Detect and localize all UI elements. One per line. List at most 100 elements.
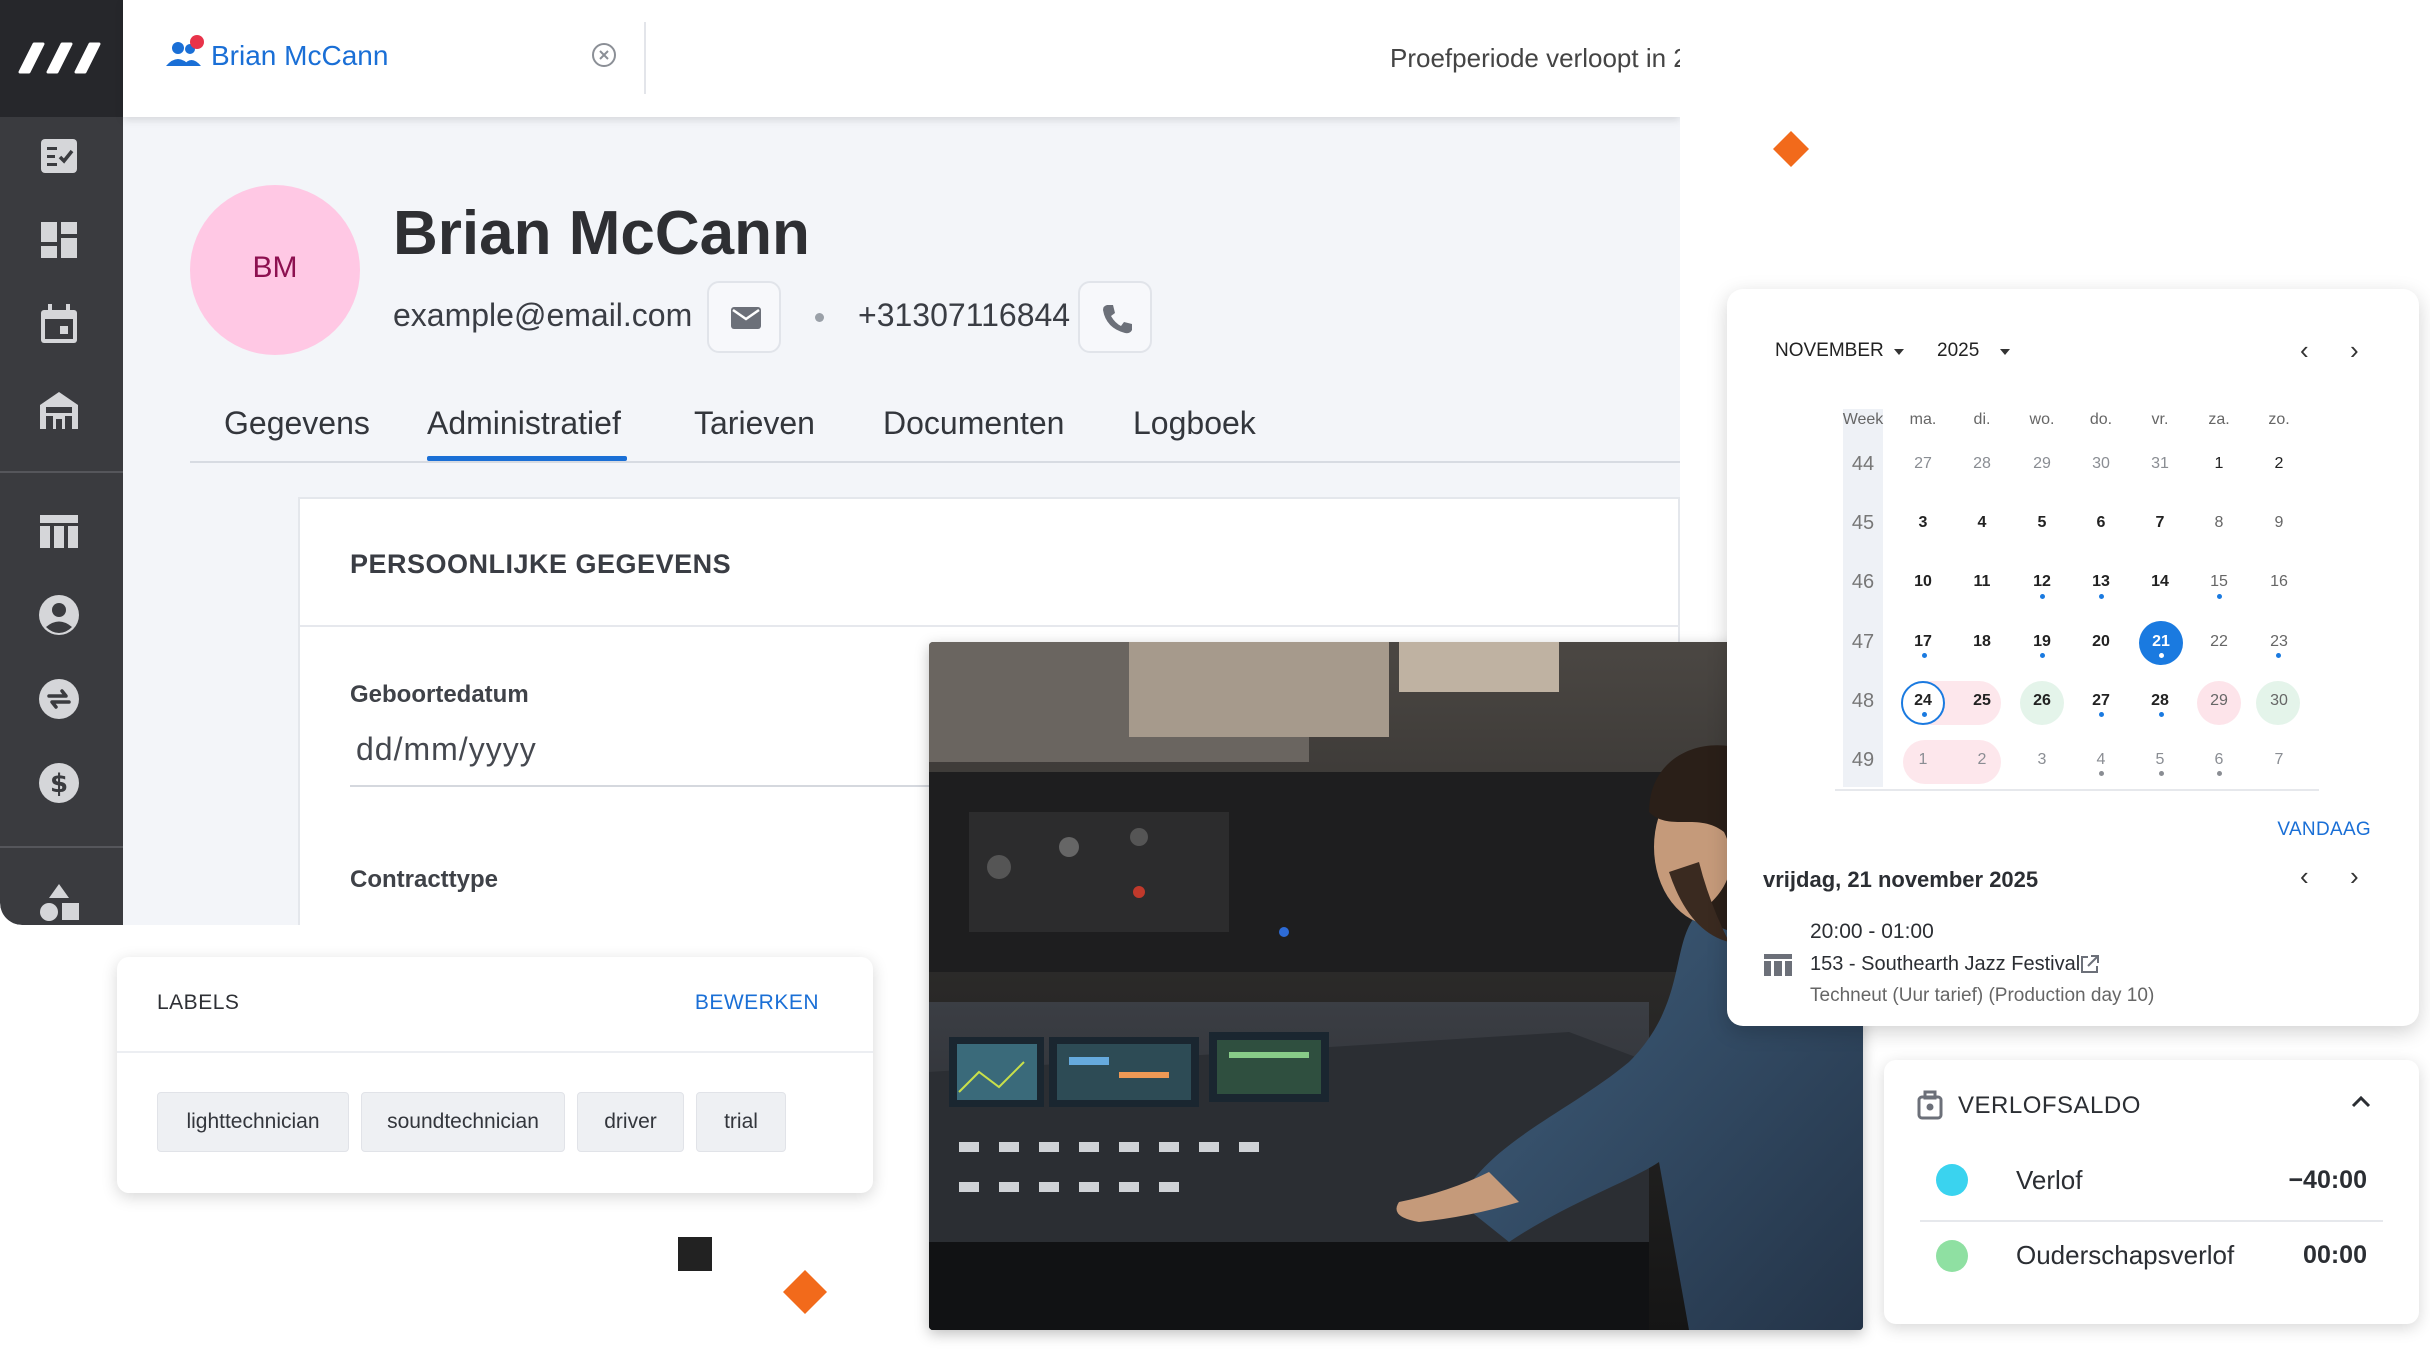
calendar-day[interactable]: 2 <box>1952 751 2012 769</box>
calendar-day[interactable]: 7 <box>2130 514 2190 532</box>
year-select[interactable]: 2025 <box>1937 340 1979 362</box>
leave-type-value: 00:00 <box>2303 1241 2367 1269</box>
edit-labels-button[interactable]: BEWERKEN <box>695 991 819 1015</box>
calendar-widget: NOVEMBER 2025 ‹ › Week ma. di. wo. do. v… <box>1727 289 2419 1026</box>
calendar-day[interactable]: 10 <box>1893 573 1953 591</box>
label-chip[interactable]: trial <box>696 1092 786 1152</box>
calendar-day[interactable]: 9 <box>2249 514 2309 532</box>
year-caret-icon[interactable] <box>2000 349 2010 355</box>
next-month-icon[interactable]: › <box>2350 337 2359 363</box>
calendar-day[interactable]: 17 <box>1893 633 1953 651</box>
calendar-day[interactable]: 2 <box>2249 455 2309 473</box>
calendar-day[interactable]: 25 <box>1952 692 2012 710</box>
today-button[interactable]: VANDAAG <box>2277 819 2371 841</box>
calendar-day[interactable]: 8 <box>2189 514 2249 532</box>
calendar-day[interactable]: 26 <box>2012 692 2072 710</box>
logo-icon <box>18 42 101 74</box>
calendar-day[interactable]: 18 <box>1952 633 2012 651</box>
calendar-day[interactable]: 27 <box>2071 692 2131 710</box>
weekday-header: ma. <box>1909 411 1937 428</box>
dollar-icon[interactable]: $ <box>36 760 82 806</box>
shapes-icon[interactable] <box>36 880 82 925</box>
tab-administratief[interactable]: Administratief <box>427 405 621 442</box>
external-link-icon[interactable] <box>2079 953 2101 980</box>
calendar-day[interactable]: 1 <box>2189 455 2249 473</box>
weekday-header: do. <box>2089 411 2113 428</box>
table-icon[interactable] <box>36 508 82 554</box>
email-button[interactable] <box>707 281 781 353</box>
calendar-day[interactable]: 28 <box>2130 692 2190 710</box>
tab-gegevens[interactable]: Gegevens <box>224 405 370 442</box>
calendar-day[interactable]: 29 <box>2012 455 2072 473</box>
call-button[interactable] <box>1078 281 1152 353</box>
week-number: 49 <box>1851 749 1875 771</box>
event-title[interactable]: 153 - Southearth Jazz Festival <box>1810 953 2080 976</box>
tab-logboek[interactable]: Logboek <box>1133 405 1256 442</box>
calendar-day[interactable]: 11 <box>1952 573 2012 591</box>
event-dot <box>2159 653 2164 658</box>
user-group-icon <box>165 34 207 75</box>
calendar-day[interactable]: 7 <box>2249 751 2309 769</box>
calendar-day[interactable]: 30 <box>2071 455 2131 473</box>
calendar-day[interactable]: 4 <box>2071 751 2131 769</box>
calendar-day[interactable]: 19 <box>2012 633 2072 651</box>
label-chip[interactable]: lighttechnician <box>157 1092 349 1152</box>
close-tab-icon[interactable] <box>591 42 617 73</box>
weekday-header: zo. <box>2268 411 2290 428</box>
calendar-day[interactable]: 4 <box>1952 514 2012 532</box>
event-dot <box>2040 594 2045 599</box>
calendar-day[interactable]: 6 <box>2071 514 2131 532</box>
calendar-day[interactable]: 28 <box>1952 455 2012 473</box>
collapse-chevron-icon[interactable] <box>2349 1092 2373 1117</box>
event-dot <box>2217 771 2222 776</box>
calendar-day[interactable]: 5 <box>2012 514 2072 532</box>
avatar-initials: BM <box>252 251 298 284</box>
transfer-icon[interactable] <box>36 676 82 722</box>
month-select[interactable]: NOVEMBER <box>1775 340 1884 362</box>
calendar-day[interactable]: 3 <box>1893 514 1953 532</box>
calendar-day[interactable]: 15 <box>2189 573 2249 591</box>
birthdate-input[interactable]: dd/mm/yyyy <box>356 731 537 768</box>
calendar-day[interactable]: 27 <box>1893 455 1953 473</box>
venue-icon <box>1763 952 1793 983</box>
next-day-icon[interactable]: › <box>2350 863 2359 889</box>
calendar-day[interactable]: 6 <box>2189 751 2249 769</box>
calendar-day[interactable]: 14 <box>2130 573 2190 591</box>
calendar-day[interactable]: 30 <box>2249 692 2309 710</box>
venue-icon[interactable] <box>36 387 82 433</box>
calendar-day[interactable]: 13 <box>2071 573 2131 591</box>
active-tab-indicator <box>427 456 627 461</box>
calendar-day[interactable]: 1 <box>1893 751 1953 769</box>
calendar-day[interactable]: 12 <box>2012 573 2072 591</box>
calendar-day[interactable]: 22 <box>2189 633 2249 651</box>
calendar-day[interactable]: 24 <box>1893 692 1953 710</box>
prev-day-icon[interactable]: ‹ <box>2300 863 2309 889</box>
event-dot <box>1922 712 1927 717</box>
label-chip[interactable]: soundtechnician <box>361 1092 565 1152</box>
calendar-day[interactable]: 20 <box>2071 633 2131 651</box>
calendar-day[interactable]: 3 <box>2012 751 2072 769</box>
sidebar: $ <box>0 0 123 925</box>
leave-type-value: −40:00 <box>2288 1166 2367 1194</box>
selected-calendar-day[interactable]: 21 <box>2131 633 2191 651</box>
calendar-icon[interactable] <box>36 301 82 347</box>
prev-month-icon[interactable]: ‹ <box>2300 337 2309 363</box>
month-caret-icon[interactable] <box>1894 349 1904 355</box>
calendar-day[interactable]: 5 <box>2130 751 2190 769</box>
event-dot <box>2159 712 2164 717</box>
tasks-icon[interactable] <box>36 133 82 179</box>
user-icon[interactable] <box>36 592 82 638</box>
calendar-day[interactable]: 29 <box>2189 692 2249 710</box>
app-logo[interactable] <box>0 0 123 117</box>
calendar-day[interactable]: 16 <box>2249 573 2309 591</box>
label-chip[interactable]: driver <box>577 1092 684 1152</box>
tab-tarieven[interactable]: Tarieven <box>694 405 815 442</box>
week-number: 45 <box>1851 512 1875 534</box>
calendar-day[interactable]: 31 <box>2130 455 2190 473</box>
week-number: 47 <box>1851 631 1875 653</box>
dashboard-icon[interactable] <box>36 217 82 263</box>
tab-documenten[interactable]: Documenten <box>883 405 1064 442</box>
open-tab-label[interactable]: Brian McCann <box>211 40 388 72</box>
calendar-day[interactable]: 23 <box>2249 633 2309 651</box>
event-subtitle: Techneut (Uur tarief) (Production day 10… <box>1810 985 2155 1006</box>
